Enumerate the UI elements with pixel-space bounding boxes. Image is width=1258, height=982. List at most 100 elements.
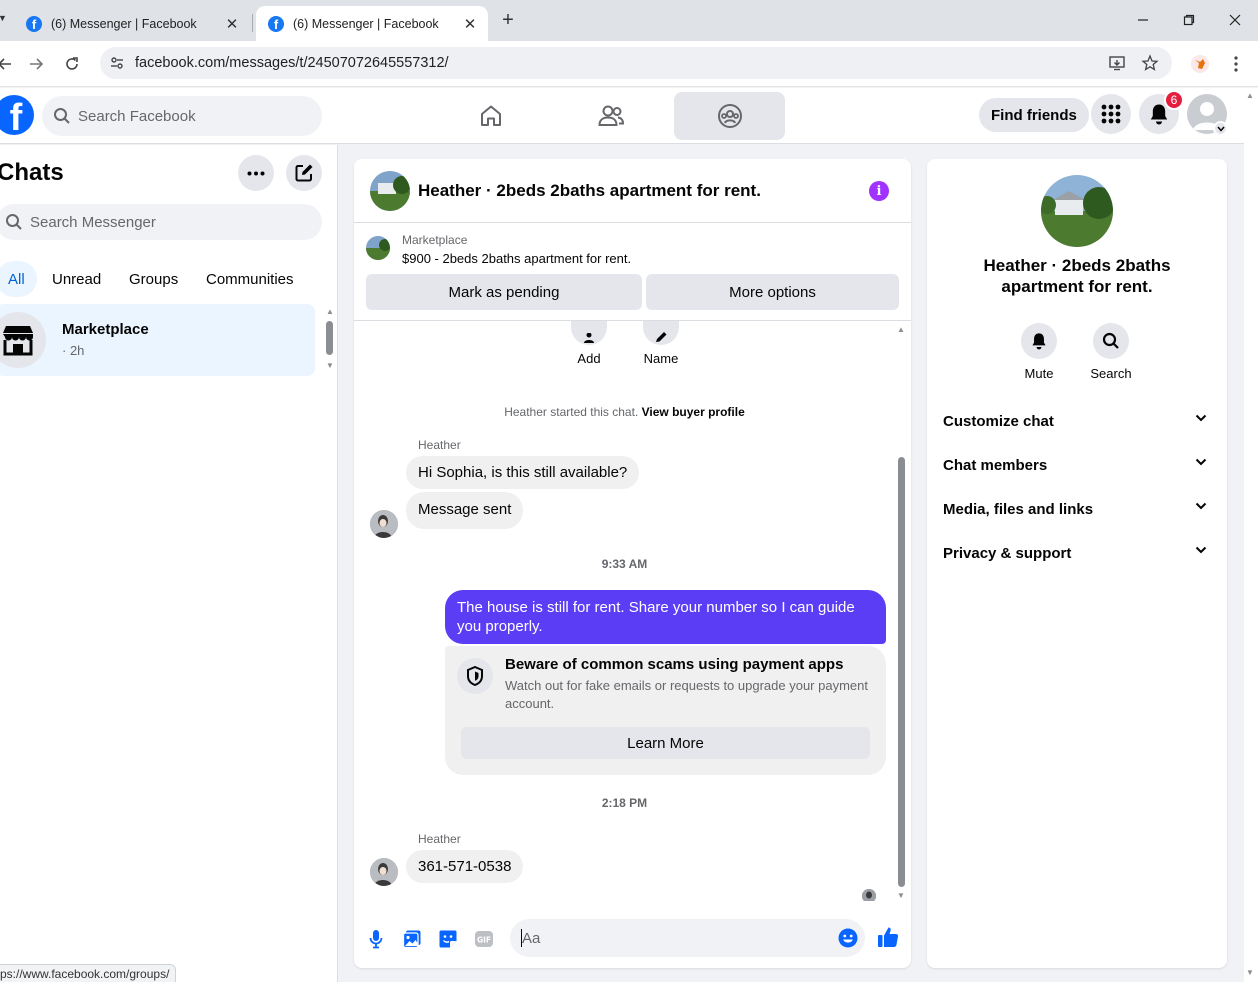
section-label: Chat members — [943, 456, 1048, 474]
facebook-logo[interactable]: f — [0, 95, 34, 135]
menu-button[interactable] — [1091, 94, 1131, 134]
filter-communities[interactable]: Communities — [194, 261, 306, 297]
bookmark-star-icon[interactable] — [1140, 53, 1160, 73]
tab-title: (6) Messenger | Facebook — [293, 16, 439, 31]
back-icon[interactable] — [0, 53, 16, 75]
more-icon — [247, 171, 265, 176]
filter-unread[interactable]: Unread — [40, 261, 113, 297]
account-chevron-down-icon[interactable] — [1213, 121, 1228, 136]
profile-title: Heather · 2beds 2baths apartment for ren… — [983, 256, 1171, 296]
mute-label: Mute — [1024, 366, 1054, 381]
browser-tab-1[interactable]: f (6) Messenger | Facebook ✕ — [14, 6, 250, 41]
section-chat-members[interactable]: Chat members — [935, 445, 1219, 485]
browser-tab-2[interactable]: f (6) Messenger | Facebook ✕ — [256, 6, 488, 41]
message-input-box[interactable] — [510, 919, 865, 957]
sidebar-scrollbar[interactable]: ▲ ▼ — [324, 305, 336, 375]
emoji-icon[interactable] — [838, 928, 858, 948]
message-input[interactable] — [522, 919, 822, 957]
install-app-icon[interactable] — [1107, 53, 1127, 73]
section-label: Customize chat — [943, 412, 1054, 430]
address-bar[interactable]: facebook.com/messages/t/2450707264555731… — [100, 47, 1172, 79]
sticker-icon[interactable] — [436, 927, 460, 951]
facebook-search-input[interactable] — [78, 96, 308, 136]
close-window-button[interactable] — [1225, 10, 1245, 30]
scroll-down-icon[interactable]: ▼ — [326, 361, 334, 370]
new-tab-button[interactable]: + — [497, 9, 519, 31]
page-scrollbar[interactable]: ▲ ▼ — [1244, 88, 1258, 982]
conversation-marketplace[interactable]: Marketplace · 2h — [0, 304, 315, 376]
extension-fox-icon[interactable] — [1189, 53, 1211, 75]
nav-groups[interactable] — [674, 92, 785, 140]
minimize-button[interactable] — [1133, 10, 1153, 30]
section-media-files-links[interactable]: Media, files and links — [935, 489, 1219, 529]
tab-title: (6) Messenger | Facebook — [51, 16, 197, 31]
tab-search-icon[interactable]: ▼ — [0, 13, 7, 23]
scrollbar-thumb[interactable] — [898, 457, 905, 887]
listing-title[interactable]: $900 - 2beds 2baths apartment for rent. — [402, 251, 631, 266]
microphone-icon[interactable] — [364, 927, 388, 951]
thumbs-up-icon[interactable] — [876, 925, 900, 949]
scroll-down-icon[interactable]: ▼ — [897, 891, 905, 900]
section-privacy-support[interactable]: Privacy & support — [935, 533, 1219, 573]
scrollbar-thumb[interactable] — [326, 321, 333, 355]
reload-icon[interactable] — [61, 53, 83, 75]
outgoing-message[interactable]: The house is still for rent. Share your … — [445, 590, 886, 644]
scroll-up-icon[interactable]: ▲ — [1246, 91, 1254, 100]
listing-thumbnail[interactable] — [366, 236, 390, 260]
photo-icon[interactable] — [400, 927, 424, 951]
browser-tab-bar: ▼ f (6) Messenger | Facebook ✕ f (6) Mes… — [0, 0, 1258, 41]
view-buyer-profile-link[interactable]: View buyer profile — [642, 405, 745, 419]
find-friends-button[interactable]: Find friends — [979, 98, 1089, 132]
new-message-button[interactable] — [286, 155, 322, 191]
incoming-message[interactable]: Hi Sophia, is this still available? — [406, 456, 640, 489]
marketplace-label: Marketplace — [402, 233, 468, 247]
more-options-button[interactable]: More options — [646, 274, 899, 310]
site-settings-icon[interactable] — [107, 53, 127, 73]
url-text: facebook.com/messages/t/2450707264555731… — [135, 55, 449, 71]
chat-options-button[interactable] — [238, 155, 274, 191]
filter-all[interactable]: All — [0, 261, 37, 297]
seen-indicator-avatar — [862, 889, 876, 901]
add-people-action[interactable]: Add — [564, 321, 614, 366]
name-chat-action[interactable]: Name — [636, 321, 686, 366]
sender-avatar[interactable] — [370, 510, 398, 538]
scroll-down-icon[interactable]: ▼ — [1246, 968, 1254, 977]
learn-more-button[interactable]: Learn More — [461, 727, 870, 759]
incoming-message[interactable]: 361-571-0538 — [406, 850, 524, 883]
search-in-chat-action[interactable]: Search — [1081, 323, 1141, 381]
mute-action[interactable]: Mute — [1009, 323, 1069, 381]
close-tab-icon[interactable]: ✕ — [224, 16, 240, 33]
chat-avatar[interactable] — [370, 171, 410, 211]
pencil-icon — [643, 321, 679, 345]
chat-title[interactable]: Heather · 2beds 2baths apartment for ren… — [418, 181, 761, 201]
maximize-button[interactable] — [1179, 10, 1199, 30]
link-status-bar: ps://www.facebook.com/groups/ — [0, 964, 177, 982]
info-icon[interactable]: i — [869, 181, 889, 201]
nav-friends[interactable] — [555, 92, 666, 140]
chat-header: Heather · 2beds 2baths apartment for ren… — [354, 159, 911, 223]
incoming-message[interactable]: Message sent — [406, 492, 524, 529]
search-icon — [5, 213, 23, 231]
search-label: Search — [1090, 366, 1132, 381]
browser-menu-icon[interactable] — [1225, 53, 1247, 75]
chat-scrollbar[interactable]: ▲ ▼ — [895, 325, 907, 903]
scroll-up-icon[interactable]: ▲ — [326, 307, 334, 316]
warning-title: Beware of common scams using payment app… — [505, 656, 844, 673]
messenger-search-box[interactable] — [0, 204, 322, 240]
forward-icon[interactable] — [25, 53, 47, 75]
sender-avatar[interactable] — [370, 858, 398, 886]
gif-icon[interactable]: GIF — [472, 927, 496, 951]
close-tab-icon[interactable]: ✕ — [462, 16, 478, 33]
facebook-search-box[interactable] — [42, 96, 322, 136]
nav-home[interactable] — [435, 92, 546, 140]
section-customize-chat[interactable]: Customize chat — [935, 401, 1219, 441]
profile-picture[interactable] — [1041, 175, 1113, 247]
friends-icon — [597, 103, 625, 129]
compose-icon — [294, 163, 314, 183]
bell-icon — [1021, 323, 1057, 359]
chevron-down-icon — [1195, 546, 1207, 554]
filter-groups[interactable]: Groups — [117, 261, 190, 297]
mark-as-pending-button[interactable]: Mark as pending — [366, 274, 642, 310]
scroll-up-icon[interactable]: ▲ — [897, 325, 905, 334]
messenger-search-input[interactable] — [30, 204, 310, 240]
